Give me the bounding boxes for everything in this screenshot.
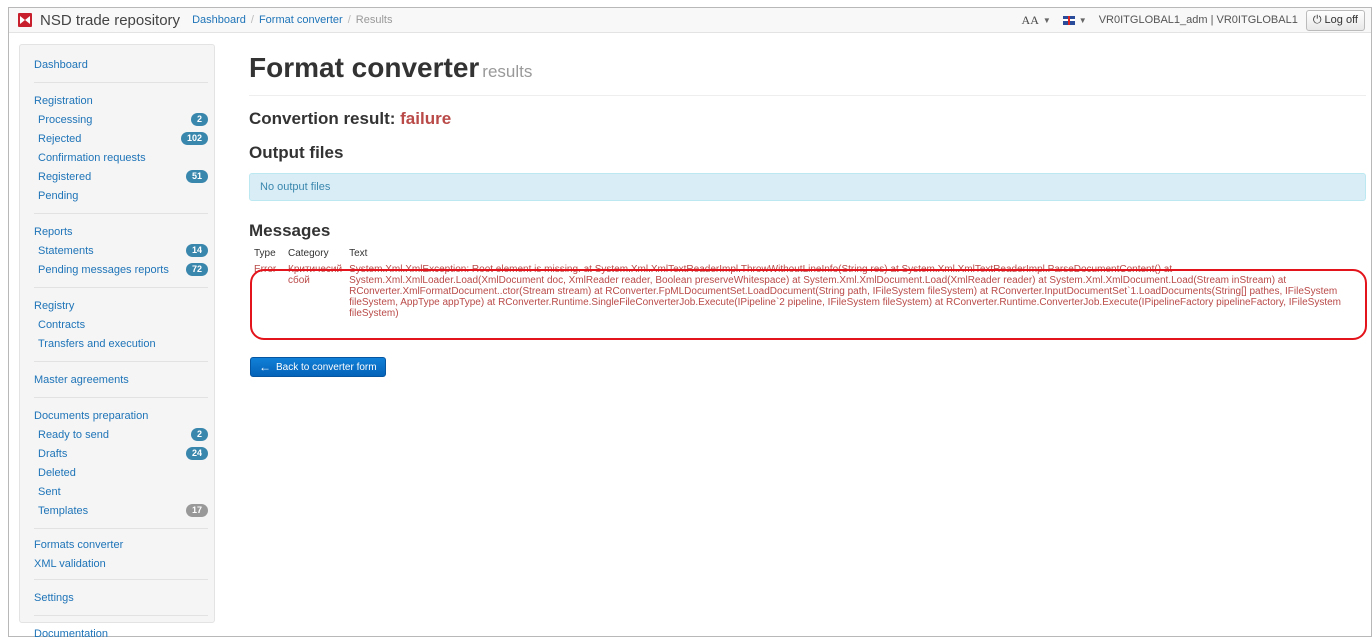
sidebar-item-label: Ready to send	[38, 428, 109, 441]
sidebar-item-sent[interactable]: Sent	[34, 482, 208, 501]
sidebar-item-label: Pending	[38, 189, 79, 202]
sidebar-item-registered[interactable]: Registered 51	[34, 167, 208, 186]
sidebar-item-pending-messages-reports[interactable]: Pending messages reports 72	[34, 260, 208, 279]
sidebar-group-registry: Registry Contracts Transfers and executi…	[34, 288, 208, 362]
sidebar-heading-documents-preparation[interactable]: Documents preparation	[34, 406, 208, 425]
power-icon: ⏻	[1312, 13, 1322, 26]
sidebar-item-label: Processing	[38, 113, 93, 126]
top-right-controls: AA ▼ ▼ VR0ITGLOBAL1_adm | VR0ITGLOBAL1 ⏻…	[1022, 9, 1371, 31]
sidebar-group-registration: Registration Processing 2 Rejected 102 Con…	[34, 83, 208, 214]
sidebar-group-dashboard: Dashboard	[34, 45, 208, 83]
page-title: Format converter results	[249, 44, 1366, 96]
table-header-row: Type Category Text	[249, 248, 1366, 261]
uk-flag-icon[interactable]	[1062, 15, 1075, 25]
breadcrumb-separator: /	[347, 14, 351, 26]
brand-title[interactable]: NSD trade repository	[40, 12, 180, 29]
arrow-left-icon: ←	[259, 360, 271, 374]
logoff-label: Log off	[1324, 14, 1358, 26]
sidebar-item-ready-to-send[interactable]: Ready to send 2	[34, 425, 208, 444]
count-badge: 72	[185, 263, 208, 276]
sidebar-item-confirmation-requests[interactable]: Confirmation requests	[34, 148, 208, 167]
sidebar-item-templates[interactable]: Templates 17	[34, 501, 208, 520]
count-badge: 51	[185, 170, 208, 183]
sidebar-item-master-agreements[interactable]: Master agreements	[34, 370, 208, 389]
count-badge: 14	[185, 244, 208, 257]
sidebar-heading-reports[interactable]: Reports	[34, 222, 208, 241]
sidebar-item-rejected[interactable]: Rejected 102	[34, 129, 208, 148]
sidebar-item-formats-converter[interactable]: Formats converter	[34, 535, 208, 554]
sidebar-item-label: Templates	[38, 504, 89, 517]
sidebar-item-dashboard[interactable]: Dashboard	[34, 55, 208, 74]
column-category: Category	[288, 248, 329, 259]
sidebar-item-documentation[interactable]: Documentation	[34, 624, 208, 637]
sidebar-item-label: Statements	[38, 244, 94, 257]
sidebar-item-drafts[interactable]: Drafts 24	[34, 444, 208, 463]
sidebar-item-label: Sent	[38, 485, 61, 498]
sidebar-item-pending[interactable]: Pending	[34, 186, 208, 205]
breadcrumb-format-converter[interactable]: Format converter	[259, 14, 343, 26]
sidebar-item-label: Rejected	[38, 132, 82, 145]
sidebar-item-label: Pending messages reports	[38, 263, 169, 276]
user-account[interactable]: VR0ITGLOBAL1_adm | VR0ITGLOBAL1	[1099, 14, 1298, 26]
back-button-label: Back to converter form	[276, 361, 377, 373]
sidebar-heading-registry[interactable]: Registry	[34, 296, 208, 315]
sidebar-item-settings[interactable]: Settings	[34, 588, 208, 607]
breadcrumb: Dashboard / Format converter / Results	[192, 14, 392, 26]
conversion-result: Convertion result: failure	[249, 109, 1366, 129]
error-highlight-outline	[250, 269, 1367, 340]
page-title-text: Format converter	[249, 52, 480, 83]
sidebar-group-tools: Formats converter XML validation	[34, 529, 208, 580]
count-badge: 17	[185, 504, 208, 517]
result-status: failure	[400, 109, 452, 128]
output-files-heading: Output files	[249, 143, 344, 162]
sidebar-item-statements[interactable]: Statements 14	[34, 241, 208, 260]
sidebar: Dashboard Registration Processing 2 Rejec…	[19, 44, 215, 637]
sidebar-group-settings: Settings	[34, 580, 208, 616]
sidebar-item-contracts[interactable]: Contracts	[34, 315, 208, 334]
chevron-down-icon[interactable]: ▼	[1043, 16, 1051, 25]
page-subtitle: results	[482, 62, 533, 81]
result-label: Convertion result:	[249, 109, 396, 128]
breadcrumb-current: Results	[355, 14, 393, 26]
sidebar-item-deleted[interactable]: Deleted	[34, 463, 208, 482]
back-to-converter-button[interactable]: ← Back to converter form	[250, 357, 386, 377]
top-navbar: NSD trade repository Dashboard / Format …	[9, 8, 1371, 33]
sidebar-group-documents-preparation: Documents preparation Ready to send 2 Dra…	[34, 398, 208, 529]
sidebar-item-label: Confirmation requests	[38, 151, 146, 164]
sidebar-item-transfers-and-execution[interactable]: Transfers and execution	[34, 334, 208, 353]
logoff-button[interactable]: ⏻ Log off	[1305, 9, 1365, 31]
column-type: Type	[254, 248, 276, 259]
font-size-menu[interactable]: AA	[1022, 13, 1039, 28]
sidebar-item-label: Registered	[38, 170, 92, 183]
count-badge: 102	[180, 132, 208, 145]
messages-heading: Messages	[249, 221, 331, 240]
sidebar-item-processing[interactable]: Processing 2	[34, 110, 208, 129]
breadcrumb-separator: /	[250, 14, 254, 26]
sidebar-item-label: Drafts	[38, 447, 68, 460]
sidebar-item-label: Transfers and execution	[38, 337, 156, 350]
sidebar-group-documentation: Documentation	[34, 616, 208, 637]
sidebar-item-label: Contracts	[38, 318, 86, 331]
column-text: Text	[349, 248, 368, 259]
no-output-alert: No output files	[249, 173, 1366, 201]
sidebar-item-xml-validation[interactable]: XML validation	[34, 554, 208, 573]
count-badge: 2	[190, 428, 208, 441]
sidebar-group-reports: Reports Statements 14 Pending messages re…	[34, 214, 208, 288]
sidebar-heading-registration[interactable]: Registration	[34, 91, 208, 110]
sidebar-item-label: Deleted	[38, 466, 76, 479]
count-badge: 24	[185, 447, 208, 460]
chevron-down-icon[interactable]: ▼	[1079, 16, 1087, 25]
breadcrumb-dashboard[interactable]: Dashboard	[192, 14, 246, 26]
count-badge: 2	[190, 113, 208, 126]
sidebar-group-master-agreements: Master agreements	[34, 362, 208, 398]
nsd-logo-icon[interactable]	[18, 13, 32, 27]
